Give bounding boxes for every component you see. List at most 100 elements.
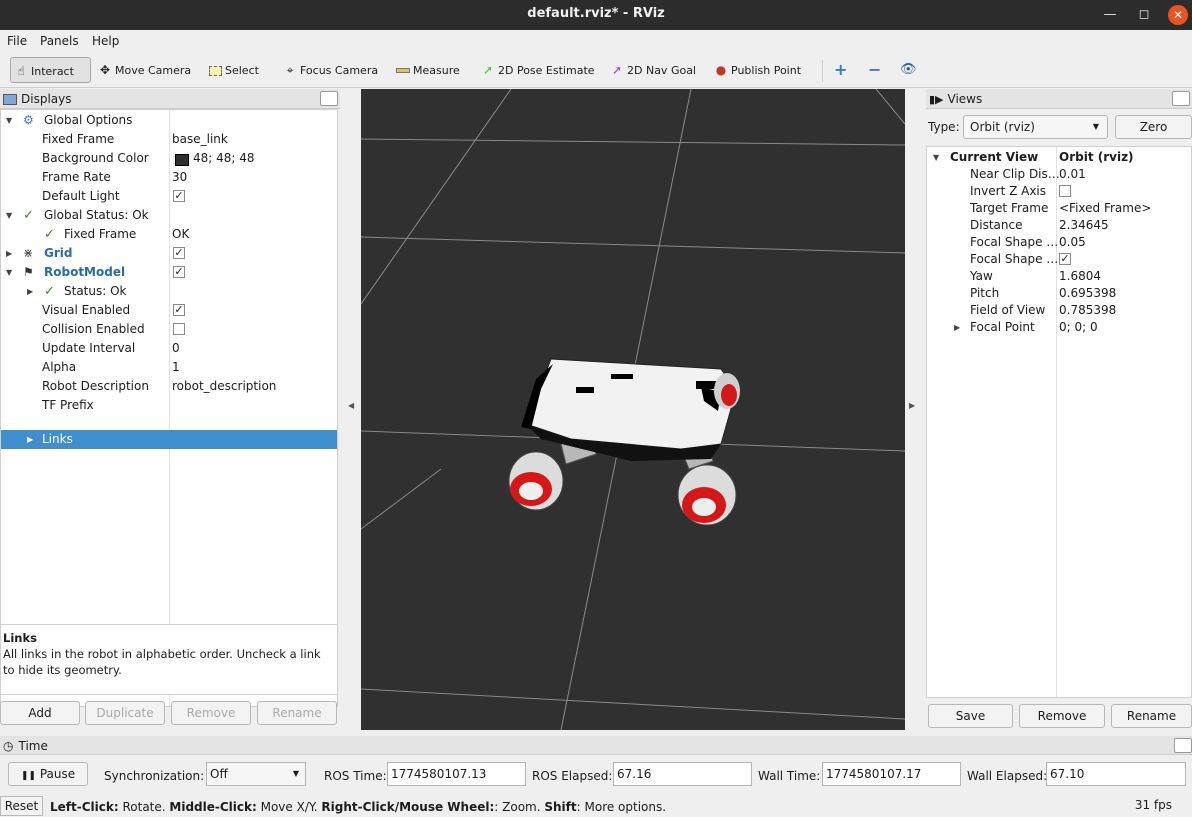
update-interval-value[interactable]: 0 bbox=[172, 339, 180, 358]
move-camera-tool-button[interactable]: ✥ Move Camera bbox=[95, 57, 191, 83]
tree-row-view-prop[interactable]: ▶ Focal Point 0; 0; 0 bbox=[927, 318, 1191, 337]
frame-rate-label: Frame Rate bbox=[42, 170, 111, 184]
collapsed-arrow-icon[interactable]: ▶ bbox=[6, 244, 12, 263]
focus-camera-label: Focus Camera bbox=[300, 64, 379, 77]
tree-row-links[interactable]: ▶ Links bbox=[1, 430, 337, 449]
float-panel-button[interactable] bbox=[320, 91, 338, 106]
wall-time-field[interactable]: 1774580107.17 bbox=[822, 762, 961, 786]
background-color-value[interactable]: 48; 48; 48 bbox=[193, 149, 255, 168]
close-button[interactable]: ✕ bbox=[1168, 5, 1188, 25]
collapsed-arrow-icon[interactable]: ▶ bbox=[27, 282, 33, 301]
menu-help[interactable]: Help bbox=[92, 34, 119, 48]
eye-icon[interactable]: 👁 bbox=[898, 57, 917, 83]
tree-row-fixed-frame-status[interactable]: ✓ Fixed Frame OK bbox=[1, 225, 337, 244]
save-view-button[interactable]: Save bbox=[928, 704, 1013, 728]
robot-model-label: RobotModel bbox=[44, 265, 126, 279]
ros-time-field[interactable]: 1774580107.13 bbox=[387, 762, 526, 786]
remove-tool-minus-icon[interactable]: − bbox=[866, 57, 881, 83]
add-tool-plus-icon[interactable]: + bbox=[832, 57, 847, 83]
nav-goal-tool-button[interactable]: ➚ 2D Nav Goal bbox=[607, 57, 696, 83]
collapsed-arrow-icon[interactable]: ▶ bbox=[954, 318, 960, 337]
pose-estimate-tool-button[interactable]: ➚ 2D Pose Estimate bbox=[478, 57, 595, 83]
reset-button[interactable]: Reset bbox=[0, 796, 43, 816]
maximize-button[interactable]: ◻ bbox=[1134, 5, 1154, 25]
color-swatch[interactable] bbox=[175, 154, 189, 166]
check-ok-icon: ✓ bbox=[23, 208, 34, 223]
tree-row-grid[interactable]: ▶ ⋇ Grid ✓ bbox=[1, 244, 337, 263]
collapse-left-arrow-icon[interactable]: ◀ bbox=[348, 401, 354, 410]
right-splitter[interactable]: ▶ bbox=[905, 89, 926, 730]
remove-view-button[interactable]: Remove bbox=[1019, 704, 1105, 728]
shift-desc: : More options. bbox=[576, 800, 667, 814]
wall-elapsed-field[interactable]: 67.10 bbox=[1046, 762, 1186, 786]
title-bar: default.rviz* - RViz — ◻ ✕ bbox=[0, 0, 1192, 30]
menu-file[interactable]: File bbox=[7, 34, 27, 48]
tree-row-default-light[interactable]: Default Light ✓ bbox=[1, 187, 337, 206]
scene-svg[interactable] bbox=[361, 89, 905, 730]
rename-view-button[interactable]: Rename bbox=[1111, 704, 1192, 728]
float-panel-button[interactable] bbox=[1172, 91, 1190, 106]
expanded-arrow-icon[interactable]: ▼ bbox=[6, 206, 12, 225]
invert-z-checkbox[interactable] bbox=[1059, 185, 1071, 197]
tree-row-fixed-frame[interactable]: Fixed Frame base_link bbox=[1, 130, 337, 149]
add-display-button[interactable]: Add bbox=[0, 701, 80, 725]
expanded-arrow-icon[interactable]: ▼ bbox=[6, 263, 12, 282]
robot-description-value[interactable]: robot_description bbox=[172, 377, 276, 396]
tree-row-robot-model[interactable]: ▼ ⚑ RobotModel ✓ bbox=[1, 263, 337, 282]
collision-enabled-checkbox[interactable] bbox=[173, 323, 185, 335]
tree-row-update-interval[interactable]: Update Interval 0 bbox=[1, 339, 337, 358]
collapsed-arrow-icon[interactable]: ▶ bbox=[27, 430, 33, 449]
menu-panels[interactable]: Panels bbox=[40, 34, 79, 48]
magenta-arrow-icon: ➚ bbox=[611, 63, 623, 77]
move-camera-icon: ✥ bbox=[99, 63, 111, 77]
status-bar: Reset Left-Click: Rotate. Middle-Click: … bbox=[0, 796, 1192, 816]
views-panel: ▮▶ Views Type: Orbit (rviz) ▼ Zero ▼ Curr… bbox=[926, 89, 1192, 730]
frame-rate-value[interactable]: 30 bbox=[172, 168, 187, 187]
render-viewport[interactable] bbox=[361, 89, 905, 730]
tree-row-global-options[interactable]: ▼ ⚙ Global Options bbox=[1, 111, 337, 130]
tree-row-status-ok[interactable]: ▶ ✓ Status: Ok bbox=[1, 282, 337, 301]
view-type-select[interactable]: Orbit (rviz) ▼ bbox=[963, 115, 1108, 139]
grid-checkbox[interactable]: ✓ bbox=[173, 247, 185, 259]
ros-time-label: ROS Time: bbox=[324, 769, 387, 783]
measure-tool-button[interactable]: Measure bbox=[393, 57, 460, 83]
time-controls: ❚❚ Pause Synchronization: Off ▼ ROS Time… bbox=[0, 758, 1192, 794]
expanded-arrow-icon[interactable]: ▼ bbox=[6, 111, 12, 130]
ros-elapsed-field[interactable]: 67.16 bbox=[613, 762, 752, 786]
robot-model-checkbox[interactable]: ✓ bbox=[173, 266, 185, 278]
float-panel-button[interactable] bbox=[1174, 738, 1192, 753]
default-light-checkbox[interactable]: ✓ bbox=[173, 190, 185, 202]
rename-display-button[interactable]: Rename bbox=[257, 701, 337, 725]
views-tree: ▼ Current View Orbit (rviz) Near Clip Di… bbox=[926, 146, 1192, 698]
visual-enabled-checkbox[interactable]: ✓ bbox=[173, 304, 185, 316]
collapse-right-arrow-icon[interactable]: ▶ bbox=[909, 401, 915, 410]
publish-point-tool-button[interactable]: ● Publish Point bbox=[711, 57, 801, 83]
tree-row-robot-description[interactable]: Robot Description robot_description bbox=[1, 377, 337, 396]
focal-shape-checkbox[interactable]: ✓ bbox=[1059, 253, 1071, 265]
views-title: Views bbox=[947, 92, 983, 106]
publish-point-label: Publish Point bbox=[731, 64, 802, 77]
tree-row-alpha[interactable]: Alpha 1 bbox=[1, 358, 337, 377]
tree-row-collision-enabled[interactable]: Collision Enabled bbox=[1, 320, 337, 339]
fixed-frame-value[interactable]: base_link bbox=[172, 130, 228, 149]
interact-tool-button[interactable]: ☝ Interact bbox=[10, 57, 91, 83]
tree-row-global-status[interactable]: ▼ ✓ Global Status: Ok bbox=[1, 206, 337, 225]
left-splitter[interactable]: ◀ bbox=[340, 89, 361, 730]
alpha-value[interactable]: 1 bbox=[172, 358, 180, 377]
duplicate-display-button[interactable]: Duplicate bbox=[85, 701, 165, 725]
pause-button[interactable]: ❚❚ Pause bbox=[8, 762, 88, 786]
tree-row-tf-prefix[interactable]: TF Prefix bbox=[1, 396, 337, 415]
minimize-button[interactable]: — bbox=[1100, 5, 1120, 25]
measure-label: Measure bbox=[413, 64, 460, 77]
tree-row-frame-rate[interactable]: Frame Rate 30 bbox=[1, 168, 337, 187]
select-tool-button[interactable]: Select bbox=[205, 57, 259, 83]
focus-camera-tool-button[interactable]: ⌖ Focus Camera bbox=[280, 57, 378, 83]
zero-button[interactable]: Zero bbox=[1115, 115, 1192, 139]
sync-select[interactable]: Off ▼ bbox=[206, 762, 306, 786]
camera-icon: ▮▶ bbox=[929, 93, 944, 106]
tree-row-visual-enabled[interactable]: Visual Enabled ✓ bbox=[1, 301, 337, 320]
view-prop-value[interactable]: 0; 0; 0 bbox=[1059, 318, 1098, 337]
tree-row-background-color[interactable]: Background Color 48; 48; 48 bbox=[1, 149, 337, 168]
remove-display-button[interactable]: Remove bbox=[171, 701, 251, 725]
green-arrow-icon: ➚ bbox=[482, 63, 494, 77]
